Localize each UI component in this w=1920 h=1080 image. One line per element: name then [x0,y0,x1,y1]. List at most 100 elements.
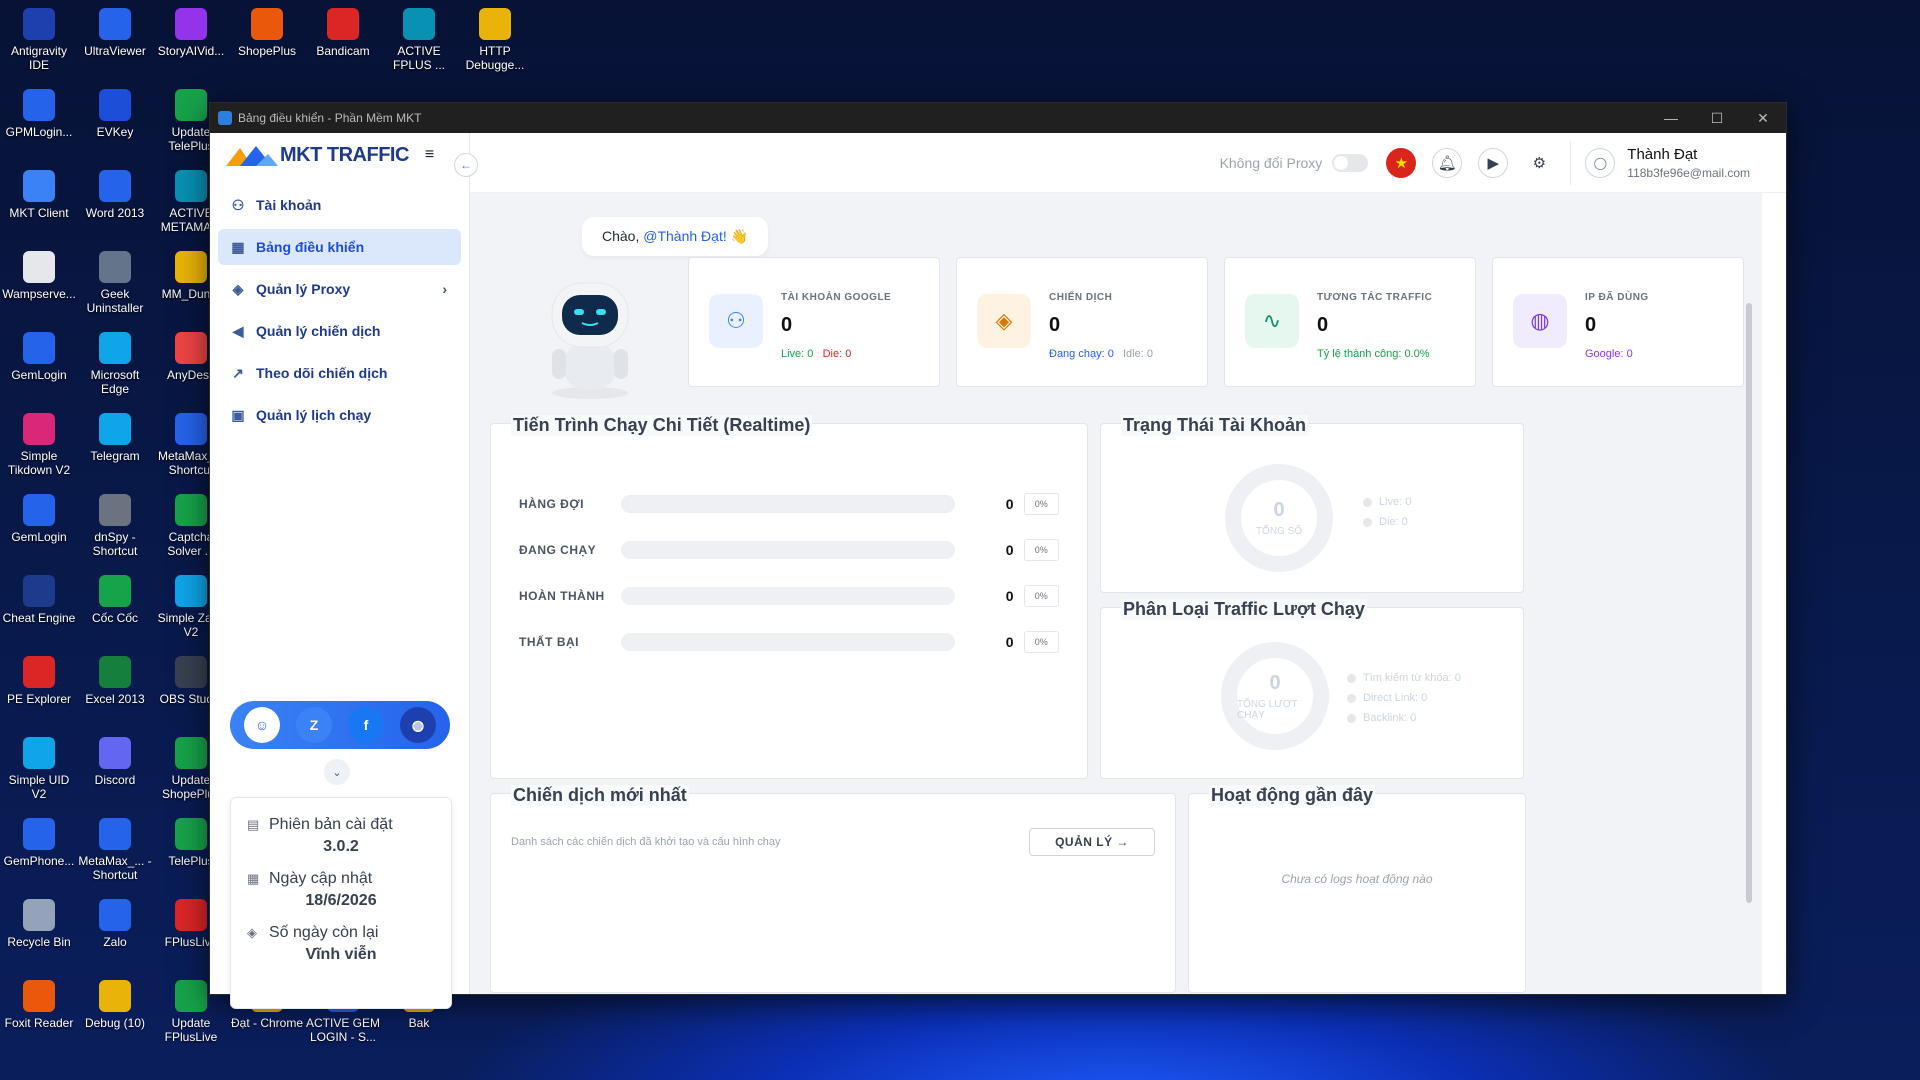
desktop-icon[interactable]: Cốc Cốc [76,573,154,625]
desktop-icon[interactable]: Simple UID V2 [0,735,78,801]
sidebar-item-label: Quản lý chiến dịch [256,323,381,339]
sidebar-item-3[interactable]: ◈ Quản lý Proxy › [218,271,461,307]
chart-icon: ↗ [232,364,244,381]
traffic-donut: 0 TỔNG LƯỢT CHẠY [1221,642,1329,750]
desktop-icon[interactable]: Word 2013 [76,168,154,220]
progress-label: HÀNG ĐỢI [519,497,584,511]
desktop-icon[interactable]: ShopePlus [228,6,306,58]
desktop-icon[interactable]: Discord [76,735,154,787]
facebook-icon[interactable]: f [348,707,384,743]
desktop-icon[interactable]: dnSpy - Shortcut [76,492,154,558]
desktop-icon-label: UltraViewer [84,44,146,58]
app-shortcut-icon [175,899,207,931]
stat-card: ∿ TƯƠNG TÁC TRAFFIC 0 Tỷ lệ thành công: 0.0… [1224,257,1476,387]
sidebar-item-5[interactable]: ↗ Theo dõi chiến dịch [218,355,461,391]
desktop-icon[interactable]: Telegram [76,411,154,463]
sidebar-item-1[interactable]: ⚇ Tài khoản [218,187,461,223]
users-icon: ⚇ [231,196,245,213]
stat-title: IP ĐÃ DÙNG [1585,292,1649,303]
greeting-prefix: Chào, [602,228,644,244]
desktop-icon[interactable]: GemLogin [0,492,78,544]
zalo-icon[interactable]: Z [296,707,332,743]
desktop-icon-label: Bak [408,1016,430,1030]
app-logo: MKT TRAFFIC ≡ [210,133,469,177]
desktop-icon[interactable]: GPMLogin... [0,87,78,139]
desktop-icon[interactable]: GemLogin [0,330,78,382]
app-shortcut-icon [23,332,55,364]
desktop-icon[interactable]: Bandicam [304,6,382,58]
bell-icon[interactable]: 🔔︎ [1432,147,1463,178]
desktop-icon[interactable]: UltraViewer [76,6,154,58]
traffic-total: 0 [1269,671,1281,694]
desktop-icon[interactable]: Cheat Engine [0,573,78,625]
desktop-icon[interactable]: Zalo [76,897,154,949]
desktop-icon-label: Simple UID V2 [8,773,70,801]
desktop-icon[interactable]: Microsoft Edge [76,330,154,396]
campaigns-panel: Chiến dịch mới nhất Danh sách các chiến … [490,785,1176,993]
desktop-icon[interactable]: Debug (10) [76,978,154,1030]
hamburger-menu-icon[interactable]: ≡ [425,146,434,164]
desktop-icon[interactable]: StoryAIVid... [152,6,230,58]
app-shortcut-icon [23,89,55,121]
desktop-icon[interactable]: EVKey [76,87,154,139]
account-total: 0 [1273,499,1285,521]
app-window-icon [218,111,232,125]
desktop-icon[interactable]: Simple Tikdown V2 [0,411,78,477]
collapse-sidebar-button[interactable]: ← [454,153,478,177]
proxy-toggle[interactable] [1332,153,1369,172]
desktop-icon[interactable]: MetaMax_... - Shortcut [76,816,154,882]
logo-mark-icon [226,144,278,166]
desktop-icon[interactable]: Excel 2013 [76,654,154,706]
app-shortcut-icon [99,89,131,121]
support-chat-icon[interactable]: ☺ [244,707,280,743]
desktop-icon[interactable]: GemPhone... [0,816,78,868]
sidebar-item-6[interactable]: ▣ Quản lý lịch chạy [218,397,461,433]
progress-bar [620,633,955,651]
stat-value: 0 [1049,314,1061,336]
progress-label: ĐANG CHẠY [519,543,597,557]
scrollbar[interactable] [1746,303,1752,903]
manage-campaigns-button[interactable]: QUẢN LÝ → [1029,828,1155,856]
desktop-icon-label: Zalo [103,935,127,949]
desktop-icon[interactable]: HTTP Debugge... [456,6,534,72]
desktop-icon[interactable]: Wampserve... [0,249,78,301]
close-button[interactable]: ✕ [1740,110,1786,127]
gear-icon[interactable]: ⚙ [1524,148,1554,178]
maximize-button[interactable]: ☐ [1694,110,1740,127]
layers-icon: ◈ [232,280,244,297]
desktop-icon[interactable]: Foxit Reader [0,978,78,1030]
desktop-icon-label: GemPhone... [3,854,75,868]
account-legend: Live: 0 Die: 0 [1363,496,1411,536]
minimize-button[interactable]: — [1648,110,1694,127]
desktop-icon-label: ShopePlus [237,44,297,58]
desktop-icon[interactable]: Antigravity IDE [0,6,78,72]
desktop-icon-label: dnSpy - Shortcut [92,530,138,558]
play-icon[interactable]: ▶ [1478,147,1509,178]
progress-title: Tiến Trình Chạy Chi Tiết (Realtime) [511,415,813,436]
legend-backlink: Backlink: 0 [1347,712,1461,724]
sidebar-item-4[interactable]: ◀ Quản lý chiến dịch [218,313,461,349]
app-shortcut-icon [99,170,131,202]
sidebar-item-2[interactable]: ▦ Bảng điều khiển [218,229,461,265]
account-total-label: TỔNG SỐ [1255,526,1303,537]
traffic-type-title: Phân Loại Traffic Lượt Chạy [1121,599,1367,620]
campaigns-subtitle: Danh sách các chiến dịch đã khởi tạo và … [511,836,781,848]
desktop-icon[interactable]: PE Explorer [0,654,78,706]
desktop-icon[interactable]: MKT Client [0,168,78,220]
desktop-icon-label: ACTIVE GEM LOGIN - S... [305,1016,380,1044]
vietnam-flag-icon[interactable]: ★ [1386,147,1417,178]
user-info[interactable]: Thành Đạt 118b3fe96e@mail.com [1627,146,1750,180]
activity-title: Hoạt động gần đây [1209,785,1375,806]
website-globe-icon[interactable]: ◍ [400,707,436,743]
expand-info-button[interactable]: ⌄ [324,759,350,785]
desktop-icon[interactable]: Geek Uninstaller [76,249,154,315]
desktop-icon[interactable]: ACTIVE FPLUS ... [380,6,458,72]
legend-direct-link: Direct Link: 0 [1347,692,1461,704]
avatar[interactable]: ◯ [1585,147,1616,178]
campaigns-title: Chiến dịch mới nhất [511,785,689,806]
stat-sub-secondary: Die: 0 [822,348,852,360]
desktop-icon[interactable]: Recycle Bin [0,897,78,949]
desktop-icon-label: Geek Uninstaller [86,287,144,315]
traffic-total-label: TỔNG LƯỢT CHẠY [1237,698,1298,721]
window-title: Bảng điều khiển - Phần Mềm MKT [238,111,422,125]
